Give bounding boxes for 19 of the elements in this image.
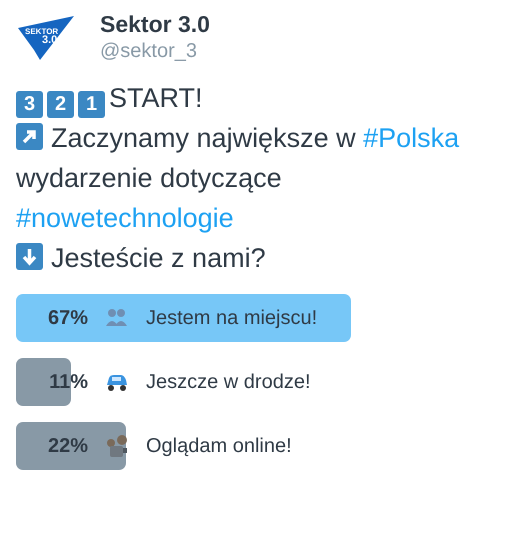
poll-option-label: Jestem na miejscu! <box>146 306 318 331</box>
poll-option-label: Jeszcze w drodze! <box>146 370 311 395</box>
tweet-text: Jesteście z nami? <box>51 243 266 273</box>
hashtag-link[interactable]: #nowetechnologie <box>16 203 234 233</box>
author-name: Sektor 3.0 <box>100 10 210 38</box>
arrow-up-right-icon <box>16 123 43 150</box>
tweet-text: Zaczynamy największe w <box>51 123 356 153</box>
tweet-text: START! <box>109 83 203 113</box>
projector-icon <box>104 434 130 458</box>
arrow-down-icon <box>16 243 43 270</box>
poll-percent: 22% <box>46 434 88 459</box>
keycap-emoji: 2 <box>47 91 74 118</box>
keycap-emoji: 1 <box>78 91 105 118</box>
poll-option-label: Oglądam online! <box>146 434 292 459</box>
author-handle[interactable]: @sektor_3 <box>100 38 210 64</box>
poll-percent: 67% <box>46 306 88 331</box>
hashtag-link[interactable]: #Polska <box>363 123 460 153</box>
keycap-emoji: 3 <box>16 91 43 118</box>
tweet-text: wydarzenie dotyczące <box>16 163 282 193</box>
